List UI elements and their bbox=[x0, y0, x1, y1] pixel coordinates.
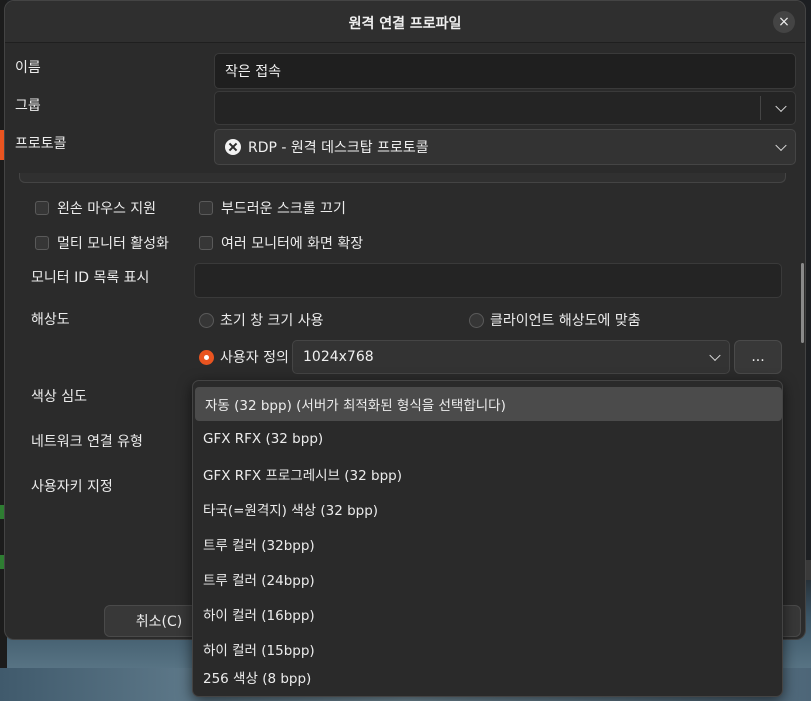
color-depth-option[interactable]: 트루 컬러 (24bpp) bbox=[193, 562, 782, 596]
color-depth-option[interactable]: 자동 (32 bpp) (서버가 최적화된 형식을 선택합니다) bbox=[195, 387, 782, 421]
protocol-label: 프로토콜 bbox=[15, 136, 67, 152]
disable-smooth-scroll-checkbox[interactable]: 부드러운 스크롤 끄기 bbox=[199, 198, 346, 218]
dialog-title: 원격 연결 프로파일 bbox=[348, 16, 462, 32]
resolution-initial-radio[interactable]: 초기 창 크기 사용 bbox=[199, 310, 324, 330]
tab-panel-edge bbox=[19, 173, 786, 183]
color-depth-option[interactable]: GFX RFX (32 bpp) bbox=[193, 422, 782, 456]
resolution-more-button[interactable]: ... bbox=[734, 340, 782, 374]
multimonitor-checkbox[interactable]: 멀티 모니터 활성화 bbox=[35, 233, 169, 253]
chevron-down-icon[interactable] bbox=[775, 100, 787, 113]
vertical-scrollbar[interactable] bbox=[801, 263, 804, 343]
resolution-custom-radio[interactable]: 사용자 정의 bbox=[199, 347, 289, 367]
color-depth-option[interactable]: 트루 컬러 (32bpp) bbox=[193, 527, 782, 561]
span-screen-checkbox[interactable]: 여러 모니터에 화면 확장 bbox=[199, 233, 363, 253]
name-value: 작은 접속 bbox=[225, 64, 281, 80]
monitor-id-label: 모니터 ID 목록 표시 bbox=[31, 270, 150, 286]
color-depth-label: 색상 심도 bbox=[31, 389, 87, 405]
protocol-value: RDP - 원격 데스크탑 프로토콜 bbox=[248, 140, 429, 156]
protocol-combo[interactable]: RDP - 원격 데스크탑 프로토콜 bbox=[214, 129, 796, 165]
resolution-label: 해상도 bbox=[31, 312, 70, 328]
color-depth-option[interactable]: GFX RFX 프로그레시브 (32 bpp) bbox=[193, 457, 782, 491]
close-icon[interactable]: × bbox=[773, 11, 795, 33]
group-combo[interactable] bbox=[214, 91, 796, 125]
group-label: 그룹 bbox=[15, 98, 41, 114]
rdp-protocol-icon bbox=[225, 139, 241, 155]
color-depth-option[interactable]: 하이 컬러 (16bpp) bbox=[193, 597, 782, 631]
chevron-down-icon bbox=[775, 139, 787, 152]
resolution-combo[interactable]: 1024x768 bbox=[292, 340, 730, 374]
name-label: 이름 bbox=[15, 60, 41, 76]
chevron-down-icon bbox=[709, 349, 721, 362]
name-field[interactable]: 작은 접속 bbox=[214, 53, 796, 89]
keyboard-label: 사용자키 지정 bbox=[31, 479, 113, 495]
resolution-client-radio[interactable]: 클라이언트 해상도에 맞춤 bbox=[469, 310, 641, 330]
color-depth-dropdown: 자동 (32 bpp) (서버가 최적화된 형식을 선택합니다) GFX RFX… bbox=[192, 380, 783, 697]
color-depth-option[interactable]: 타국(=원격지) 색상 (32 bpp) bbox=[193, 492, 782, 526]
color-depth-option[interactable]: 256 색상 (8 bpp) bbox=[193, 660, 782, 694]
monitor-id-field[interactable] bbox=[194, 263, 782, 298]
network-type-label: 네트워크 연결 유형 bbox=[31, 434, 143, 450]
resolution-value: 1024x768 bbox=[303, 349, 374, 365]
titlebar: 원격 연결 프로파일 × bbox=[5, 1, 805, 43]
left-mouse-checkbox[interactable]: 왼손 마우스 지원 bbox=[35, 198, 156, 218]
